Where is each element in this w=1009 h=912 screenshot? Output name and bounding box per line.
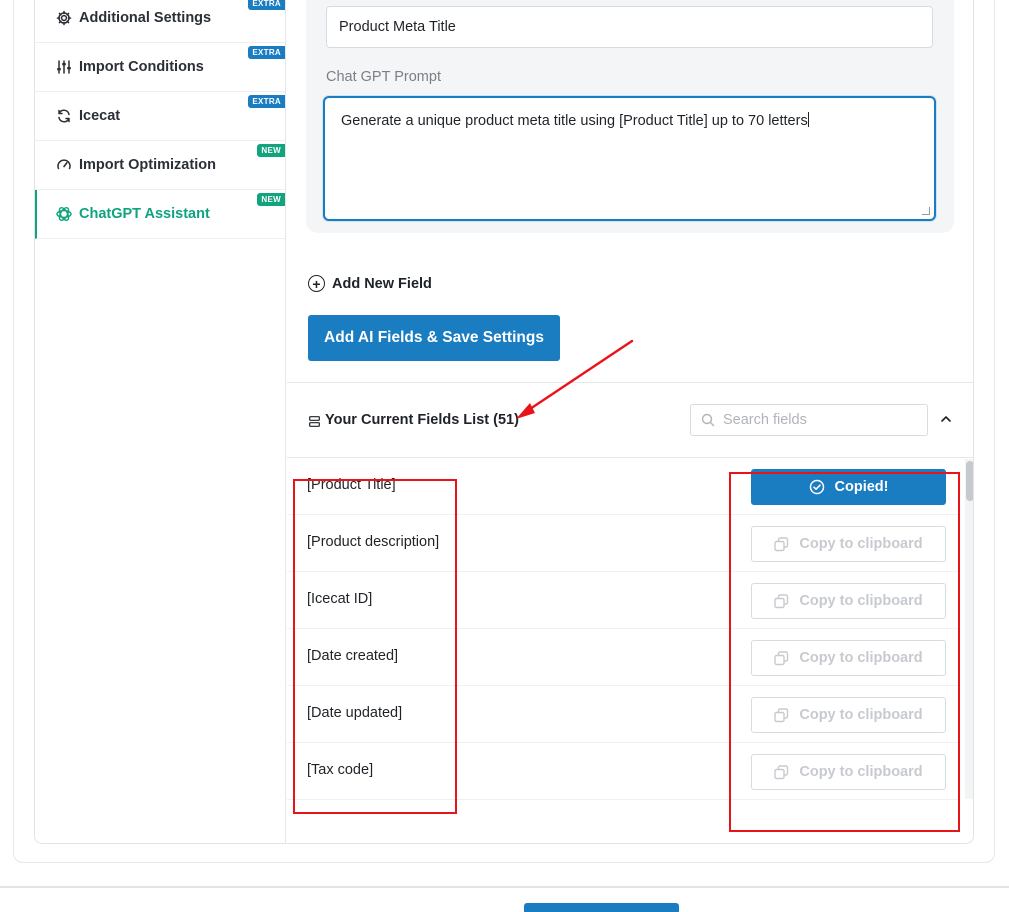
extra-badge: EXTRA: [248, 95, 285, 108]
list-icon: [309, 414, 320, 427]
sidebar-item-label: Icecat: [79, 108, 121, 124]
sidebar-item-additional-settings[interactable]: Additional Settings EXTRA: [35, 0, 285, 43]
fields-list-scrollbar[interactable]: [965, 459, 973, 799]
sidebar: Additional Settings EXTRA Import Conditi…: [35, 0, 286, 843]
add-new-field-button[interactable]: + Add New Field: [308, 275, 432, 292]
field-name-input[interactable]: Product Meta Title: [326, 6, 933, 48]
extra-badge: EXTRA: [248, 46, 285, 59]
search-icon: [701, 413, 715, 427]
refresh-icon: [55, 107, 73, 125]
chevron-up-icon[interactable]: [937, 410, 955, 428]
search-fields-box[interactable]: [690, 404, 928, 436]
prompt-label: Chat GPT Prompt: [326, 69, 441, 85]
sidebar-item-label: Import Conditions: [79, 59, 204, 75]
openai-icon: [55, 205, 73, 223]
footer-button[interactable]: [524, 903, 679, 912]
prompt-textarea[interactable]: Generate a unique product meta title usi…: [323, 96, 936, 221]
sidebar-item-label: ChatGPT Assistant: [79, 206, 210, 222]
search-fields-input[interactable]: [723, 412, 913, 428]
new-badge: NEW: [257, 144, 285, 157]
sidebar-item-import-conditions[interactable]: Import Conditions EXTRA: [35, 43, 285, 92]
gauge-icon: [55, 156, 73, 174]
annotation-arrow: [516, 339, 634, 419]
resize-handle[interactable]: [922, 207, 930, 215]
text-cursor: [807, 112, 809, 127]
prompt-text: Generate a unique product meta title usi…: [341, 113, 808, 129]
sidebar-item-label: Additional Settings: [79, 10, 212, 26]
sidebar-item-icecat[interactable]: Icecat EXTRA: [35, 92, 285, 141]
new-badge: NEW: [257, 193, 285, 206]
sidebar-item-chatgpt-assistant[interactable]: ChatGPT Assistant NEW: [35, 190, 285, 239]
sliders-icon: [55, 58, 73, 76]
footer-divider: [0, 886, 1009, 888]
plus-circle-icon: +: [308, 275, 325, 292]
scrollbar-thumb[interactable]: [966, 461, 973, 501]
sidebar-item-import-optimization[interactable]: Import Optimization NEW: [35, 141, 285, 190]
sidebar-item-label: Import Optimization: [79, 157, 216, 173]
gear-icon: [55, 9, 73, 27]
annotation-box-copy-buttons: [729, 472, 960, 832]
fields-list-title: Your Current Fields List (51): [325, 412, 519, 428]
extra-badge: EXTRA: [248, 0, 285, 10]
annotation-box-field-names: [293, 479, 457, 814]
ai-field-form: Product Meta Title Chat GPT Prompt Gener…: [306, 0, 954, 233]
add-new-field-label: Add New Field: [332, 275, 432, 292]
